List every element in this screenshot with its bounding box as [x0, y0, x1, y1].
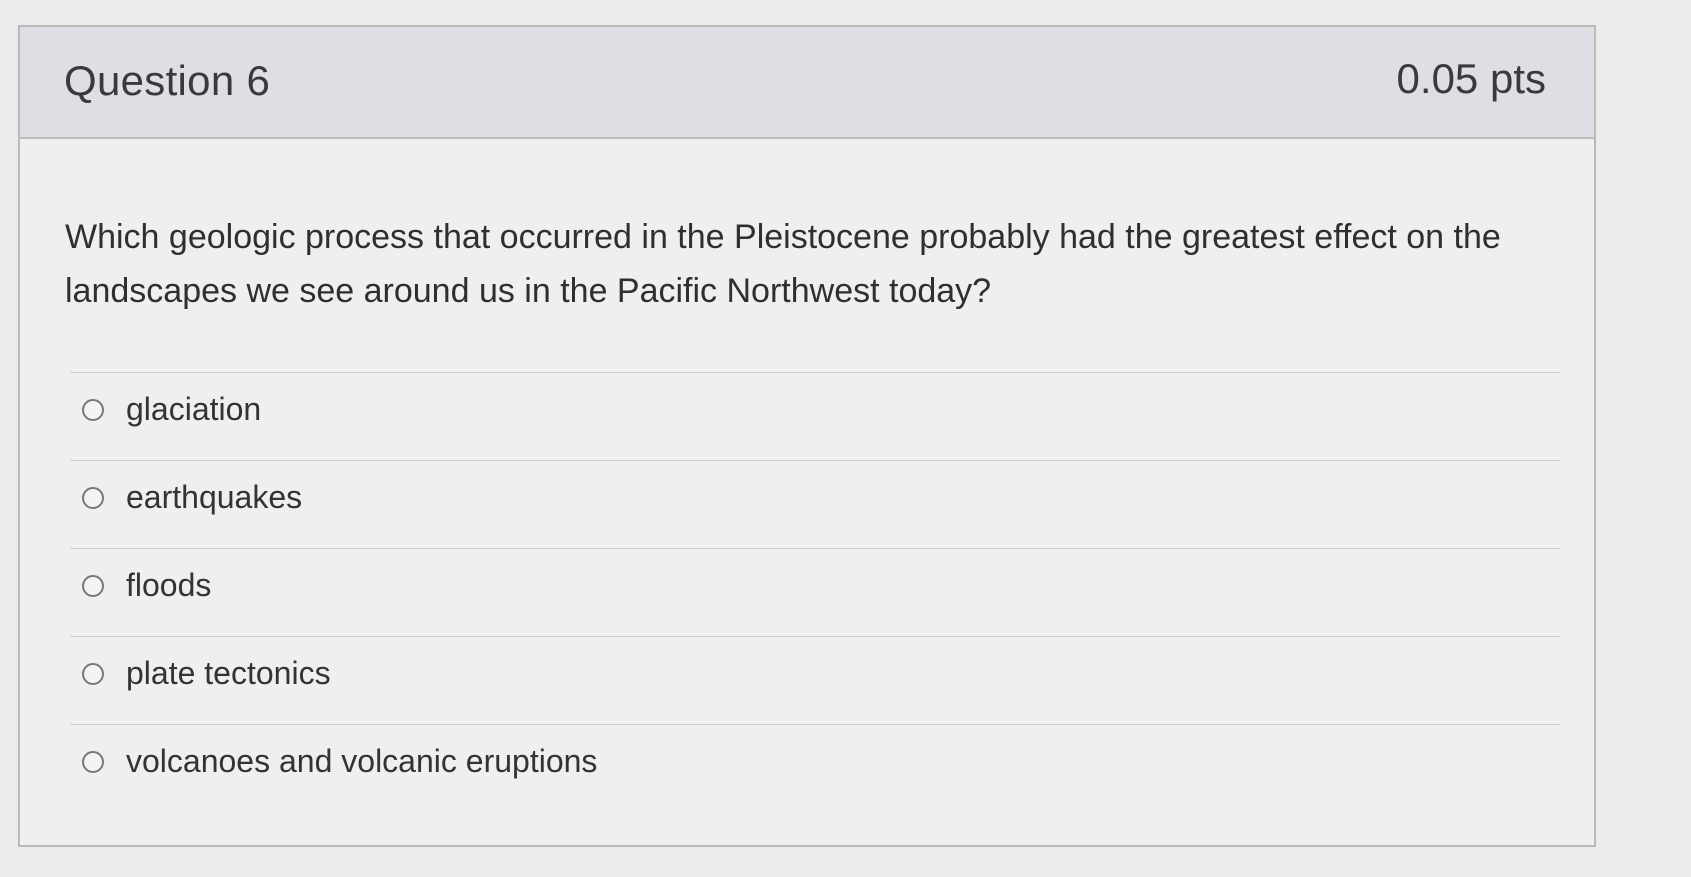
- answer-option-floods[interactable]: floods: [70, 548, 1560, 636]
- answer-label[interactable]: earthquakes: [126, 479, 302, 516]
- answer-option-earthquakes[interactable]: earthquakes: [70, 460, 1560, 548]
- radio-button[interactable]: [82, 575, 104, 597]
- radio-button[interactable]: [82, 663, 104, 685]
- answer-label[interactable]: plate tectonics: [126, 655, 331, 692]
- answer-option-plate-tectonics[interactable]: plate tectonics: [70, 636, 1560, 724]
- answer-option-volcanoes[interactable]: volcanoes and volcanic eruptions: [70, 724, 1560, 812]
- question-header: Question 6 0.05 pts: [20, 27, 1594, 139]
- answer-label[interactable]: floods: [126, 567, 211, 604]
- radio-button[interactable]: [82, 487, 104, 509]
- radio-button[interactable]: [82, 399, 104, 421]
- radio-button[interactable]: [82, 751, 104, 773]
- answer-label[interactable]: volcanoes and volcanic eruptions: [126, 743, 597, 780]
- answer-list: glaciation earthquakes floods plate tect…: [70, 372, 1560, 812]
- answer-option-glaciation[interactable]: glaciation: [70, 372, 1560, 460]
- answer-label[interactable]: glaciation: [126, 391, 261, 428]
- question-points: 0.05 pts: [1396, 55, 1546, 102]
- question-card: Question 6 0.05 pts Which geologic proce…: [18, 25, 1596, 847]
- question-text: Which geologic process that occurred in …: [65, 218, 1501, 310]
- question-title: Question 6: [64, 57, 271, 104]
